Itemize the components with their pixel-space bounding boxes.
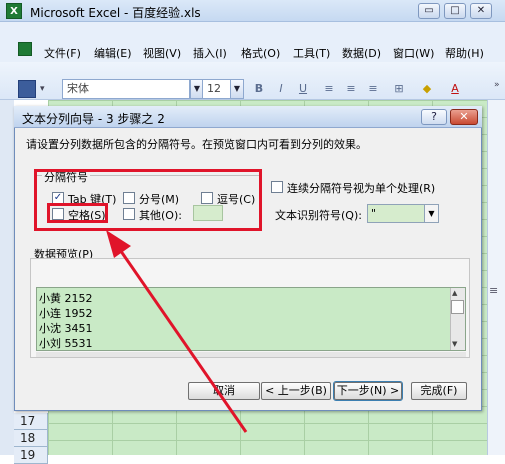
menu-tools[interactable]: 工具(T) <box>293 45 330 61</box>
scrollbar-split-icon[interactable]: ≡ <box>489 284 498 297</box>
preview-line: 小黄 2152 <box>39 292 93 305</box>
data-preview[interactable] <box>36 287 466 351</box>
menu-view[interactable]: 视图(V) <box>143 45 181 61</box>
minimize-button[interactable]: ▭ <box>418 3 440 19</box>
preview-line: 小刘 5531 <box>39 337 93 350</box>
menu-edit[interactable]: 编辑(E) <box>94 45 132 61</box>
finish-button[interactable]: 完成(F) <box>411 382 467 400</box>
menu-window[interactable]: 窗口(W) <box>393 45 434 61</box>
toolbar-dropdown-icon[interactable]: ▾ <box>40 80 50 98</box>
toolbar-overflow-icon[interactable]: » <box>494 80 502 98</box>
maximize-button[interactable]: □ <box>444 3 466 19</box>
font-size-field[interactable]: 12 <box>202 79 232 99</box>
italic-icon[interactable]: I <box>272 80 290 98</box>
next-button[interactable]: 下一步(N) > <box>333 381 403 401</box>
align-left-icon[interactable]: ≡ <box>320 80 338 98</box>
row-header-17[interactable]: 17 <box>14 413 48 430</box>
row-header-18[interactable]: 18 <box>14 430 48 447</box>
close-window-button[interactable]: ✕ <box>470 3 492 19</box>
dialog-title: 文本分列向导 - 3 步骤之 2 <box>22 112 165 126</box>
menu-data[interactable]: 数据(D) <box>342 45 381 61</box>
excel-icon: X <box>6 3 22 19</box>
fill-color-icon[interactable]: ◆ <box>418 80 436 98</box>
preview-horizontal-scrollbar[interactable] <box>36 352 466 357</box>
font-name-field[interactable]: 宋体 <box>62 79 190 99</box>
row-header-strip <box>0 100 14 455</box>
preview-scroll-thumb[interactable] <box>451 300 464 314</box>
bold-icon[interactable]: B <box>250 80 268 98</box>
workbook-icon <box>18 42 32 56</box>
window-title: Microsoft Excel - 百度经验.xls <box>30 6 201 20</box>
font-size-dropdown[interactable]: ▼ <box>230 79 244 99</box>
menu-help[interactable]: 帮助(H) <box>445 45 484 61</box>
annotation-space-highlight <box>47 203 108 223</box>
back-button[interactable]: < 上一步(B) <box>261 382 331 400</box>
menu-format[interactable]: 格式(O) <box>241 45 280 61</box>
row-header-19[interactable]: 19 <box>14 447 48 464</box>
text-qualifier-dropdown-icon[interactable]: ▼ <box>424 205 438 222</box>
consecutive-label[interactable]: 连续分隔符号视为单个处理(R) <box>287 180 435 196</box>
preview-line: 小沈 3451 <box>39 322 93 335</box>
menu-insert[interactable]: 插入(I) <box>193 45 227 61</box>
preview-line: 小连 1952 <box>39 307 93 320</box>
text-qualifier-label: 文本识别符号(Q): <box>275 209 362 222</box>
font-color-icon[interactable]: A <box>446 80 464 98</box>
save-icon[interactable] <box>18 80 36 98</box>
help-button[interactable]: ? <box>421 109 447 125</box>
menu-file[interactable]: 文件(F) <box>44 45 81 61</box>
dialog-close-button[interactable]: ✕ <box>450 109 478 125</box>
consecutive-checkbox[interactable] <box>271 181 283 193</box>
align-right-icon[interactable]: ≡ <box>364 80 382 98</box>
cancel-button[interactable]: 取消 <box>188 382 260 400</box>
borders-icon[interactable]: ⊞ <box>390 80 408 98</box>
align-center-icon[interactable]: ≡ <box>342 80 360 98</box>
scroll-up-icon[interactable]: ▲ <box>452 289 457 297</box>
instruction-text: 请设置分列数据所包含的分隔符号。在预览窗口内可看到分列的效果。 <box>26 138 367 151</box>
underline-icon[interactable]: U <box>294 80 312 98</box>
scroll-down-icon[interactable]: ▼ <box>452 340 457 348</box>
sheet-vertical-scrollbar[interactable] <box>487 100 505 455</box>
